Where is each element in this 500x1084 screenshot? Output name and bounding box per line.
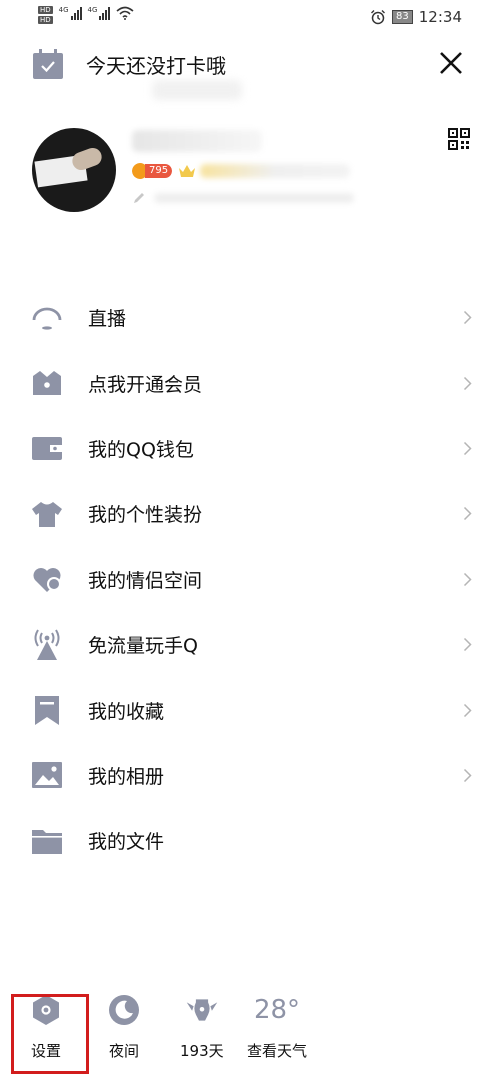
status-bar: HD HD 4G 4G 83 12:34 — [0, 0, 500, 36]
menu-item-couple[interactable]: 我的情侣空间 — [0, 547, 500, 612]
chevron-right-icon — [463, 441, 472, 455]
checkin-row[interactable]: 今天还没打卡哦 — [32, 46, 472, 82]
alarm-icon — [371, 10, 386, 25]
pen-icon — [134, 193, 144, 203]
qr-code-icon[interactable] — [448, 128, 470, 150]
settings-highlight-box — [11, 994, 89, 1074]
hd-badge-2: HD — [38, 16, 53, 24]
chevron-right-icon — [463, 311, 472, 325]
tshirt-icon — [32, 501, 62, 527]
chevron-right-icon — [463, 507, 472, 521]
menu-item-live[interactable]: 直播 — [0, 285, 500, 350]
blurred-badges — [200, 164, 351, 178]
weather-temperature: 28° — [253, 995, 301, 1025]
weather-button[interactable]: 28° 查看天气 — [247, 994, 307, 1061]
clock: 12:34 — [418, 8, 462, 26]
wallet-icon — [32, 437, 62, 461]
menu-label: 我的相册 — [88, 765, 165, 788]
chevron-right-icon — [463, 376, 472, 390]
couple-heart-icon — [33, 568, 61, 593]
wifi-icon — [116, 6, 134, 20]
weather-label: 查看天气 — [247, 1042, 308, 1060]
menu-label: 我的文件 — [88, 831, 165, 854]
level-number: 795 — [145, 164, 173, 178]
avatar[interactable] — [32, 128, 116, 212]
calendar-check-icon — [33, 49, 63, 79]
close-icon[interactable] — [438, 50, 464, 76]
moon-icon — [109, 995, 139, 1025]
bookmark-icon — [35, 696, 59, 726]
menu-item-files[interactable]: 我的文件 — [0, 808, 500, 873]
photo-icon — [32, 762, 62, 789]
menu-item-theme[interactable]: 我的个性装扮 — [0, 481, 500, 546]
signal-icon: 4G — [59, 6, 82, 20]
menu-label: 直播 — [88, 308, 127, 331]
menu-item-wallet[interactable]: 我的QQ钱包 — [0, 416, 500, 481]
qq-growth-icon — [186, 999, 218, 1021]
menu-label: 点我开通会员 — [88, 373, 203, 396]
chevron-right-icon — [463, 572, 472, 586]
menu-label: 免流量玩手Q — [88, 635, 198, 658]
live-icon — [32, 307, 62, 330]
night-mode-button[interactable]: 夜间 — [108, 994, 140, 1061]
folder-icon — [32, 829, 62, 854]
menu-label: 我的个性装扮 — [88, 504, 203, 527]
status-left: HD HD 4G 4G — [38, 6, 134, 24]
hd-indicators: HD HD — [38, 6, 53, 24]
profile-section[interactable]: 795 — [32, 80, 472, 218]
drawer-menu: 直播 点我开通会员 我的QQ钱包 我的个性装扮 我的情侣空间 免流量玩手Q 我的… — [0, 285, 500, 874]
hd-badge-1: HD — [38, 6, 53, 14]
chevron-right-icon — [463, 703, 472, 717]
status-right: 83 12:34 — [370, 8, 462, 26]
crown-icon — [179, 165, 196, 177]
signature-row[interactable] — [132, 190, 354, 206]
chevron-right-icon — [463, 768, 472, 782]
days-label: 193天 — [180, 1042, 224, 1060]
signal-1-label: 4G — [58, 6, 69, 14]
blurred-signature — [154, 193, 354, 203]
vip-icon — [33, 371, 61, 396]
menu-label: 我的QQ钱包 — [88, 438, 194, 461]
night-label: 夜间 — [108, 1042, 139, 1060]
menu-item-vip[interactable]: 点我开通会员 — [0, 350, 500, 415]
menu-label: 我的收藏 — [88, 700, 165, 723]
checkin-text: 今天还没打卡哦 — [86, 53, 226, 78]
signal-tower-icon — [34, 629, 60, 660]
battery-icon: 83 — [392, 10, 413, 24]
blurred-nickname-ghost — [152, 80, 242, 100]
chevron-right-icon — [463, 638, 472, 652]
menu-item-album[interactable]: 我的相册 — [0, 743, 500, 808]
menu-label: 我的情侣空间 — [88, 569, 203, 592]
signal-icon-2: 4G — [88, 6, 111, 20]
days-button[interactable]: 193天 — [180, 994, 224, 1061]
level-badge: 795 — [132, 163, 173, 179]
signal-2-label: 4G — [87, 6, 98, 14]
menu-item-favorites[interactable]: 我的收藏 — [0, 677, 500, 742]
blurred-nickname — [132, 130, 262, 152]
level-row[interactable]: 795 — [132, 162, 351, 180]
menu-item-free-data[interactable]: 免流量玩手Q — [0, 612, 500, 677]
